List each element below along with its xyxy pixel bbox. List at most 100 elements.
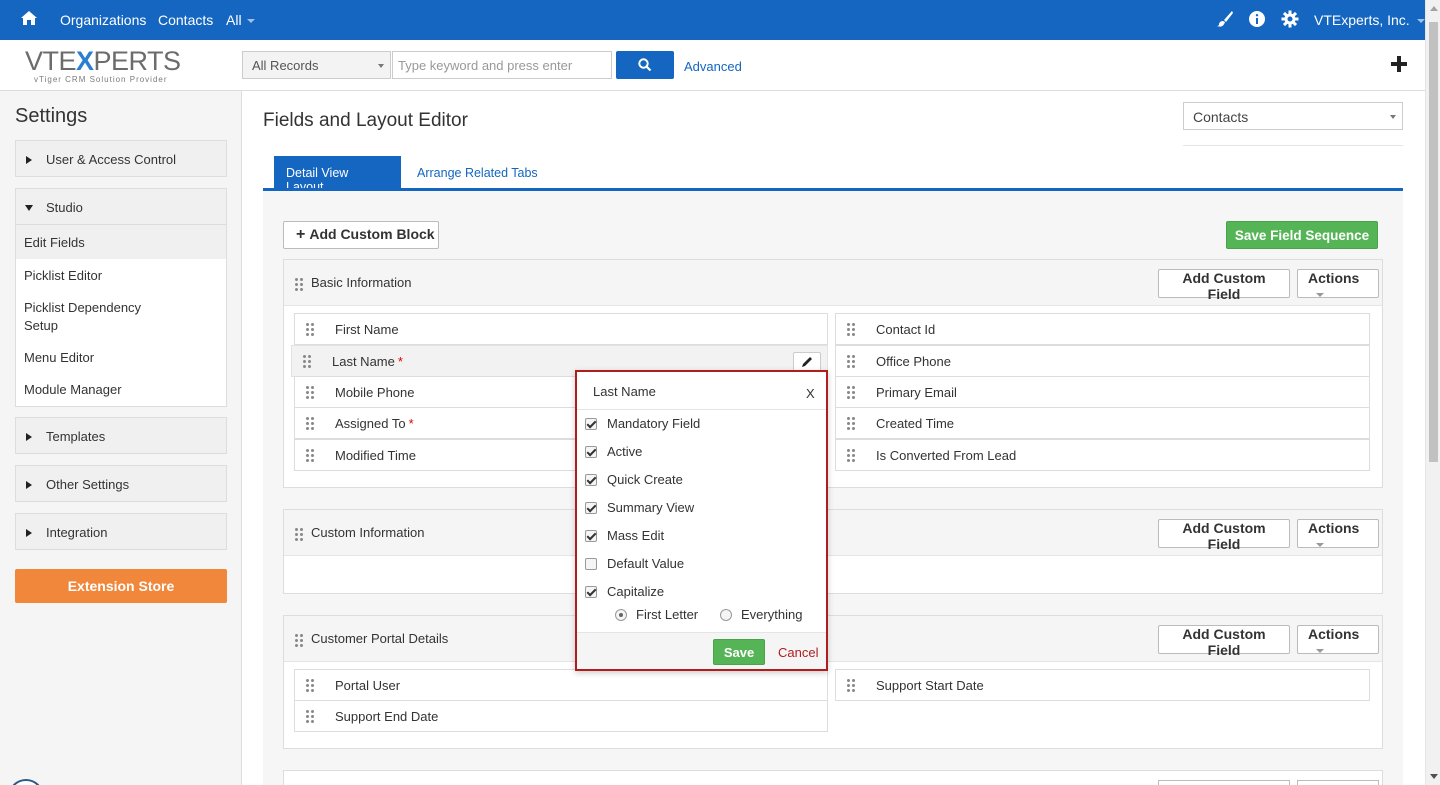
field-name: Contact Id <box>876 322 936 337</box>
caret-right-icon <box>26 481 32 489</box>
drag-handle-icon[interactable] <box>295 528 303 541</box>
block-title: Basic Information <box>311 275 412 290</box>
caret-right-icon <box>26 433 32 441</box>
field-row[interactable]: Contact Id <box>835 313 1370 345</box>
checkbox[interactable] <box>585 418 597 430</box>
scroll-down-arrow-icon[interactable] <box>1430 774 1438 779</box>
checkbox[interactable] <box>585 586 597 598</box>
field-row[interactable]: Support End Date <box>294 700 828 732</box>
drag-handle-icon[interactable] <box>306 323 314 336</box>
quick-create-plus-icon[interactable] <box>1390 55 1408 73</box>
radio-everything[interactable] <box>720 609 732 621</box>
add-custom-field-button[interactable]: Add Custom Field <box>1158 519 1290 552</box>
edit-field-button[interactable] <box>793 352 821 372</box>
search-button[interactable] <box>616 51 674 79</box>
drag-handle-icon[interactable] <box>303 355 311 368</box>
extension-store-button[interactable]: Extension Store <box>15 569 227 603</box>
field-row[interactable]: Is Converted From Lead <box>835 439 1370 471</box>
required-asterisk: * <box>397 354 403 369</box>
cancel-link[interactable]: Cancel <box>778 645 818 660</box>
drag-handle-icon[interactable] <box>295 278 303 291</box>
block-title: Custom Information <box>311 525 425 540</box>
vtexperts-logo[interactable]: VTEXPERTS vTiger CRM Solution Provider <box>25 47 181 85</box>
drag-handle-icon[interactable] <box>847 417 855 430</box>
page-scrollbar[interactable] <box>1425 0 1440 785</box>
checkbox[interactable] <box>585 474 597 486</box>
actions-dropdown[interactable]: Actions <box>1297 269 1379 298</box>
user-menu[interactable]: VTExperts, Inc. <box>1314 12 1425 28</box>
checkbox[interactable] <box>585 502 597 514</box>
drag-handle-icon[interactable] <box>306 417 314 430</box>
sidebar-section-studio[interactable]: Studio <box>15 188 227 225</box>
scroll-thumb[interactable] <box>1429 22 1438 462</box>
field-edit-popup: Last Name X Mandatory Field Active Quick… <box>575 370 828 671</box>
nav-organizations[interactable]: Organizations <box>60 12 146 28</box>
sidebar-item-picklist-editor[interactable]: Picklist Editor <box>24 267 102 285</box>
field-row[interactable]: Primary Email <box>835 376 1370 408</box>
studio-submenu: Edit Fields Picklist Editor Picklist Dep… <box>15 225 227 407</box>
field-row[interactable]: Support Start Date <box>835 669 1370 701</box>
field-row[interactable]: Office Phone <box>835 345 1370 377</box>
drag-handle-icon[interactable] <box>306 710 314 723</box>
option-label: Mass Edit <box>607 528 665 543</box>
add-custom-field-button[interactable]: Add Custom Field <box>1158 269 1290 302</box>
page-title: Fields and Layout Editor <box>263 110 468 131</box>
close-button[interactable]: X <box>806 386 815 401</box>
tab-detail-view-layout[interactable]: Detail View Layout <box>274 156 401 194</box>
logo-tagline: vTiger CRM Solution Provider <box>34 75 168 84</box>
field-name: Modified Time <box>335 448 416 463</box>
field-name: Is Converted From Lead <box>876 448 1017 463</box>
drag-handle-icon[interactable] <box>306 679 314 692</box>
sidebar-section-other-settings[interactable]: Other Settings <box>15 465 227 502</box>
actions-dropdown[interactable] <box>1297 780 1379 785</box>
save-field-sequence-button[interactable]: Save Field Sequence <box>1226 221 1378 249</box>
drag-handle-icon[interactable] <box>847 323 855 336</box>
search-input[interactable] <box>392 51 612 79</box>
scroll-up-arrow-icon[interactable] <box>1430 6 1438 11</box>
actions-dropdown[interactable]: Actions <box>1297 519 1379 548</box>
drag-handle-icon[interactable] <box>847 386 855 399</box>
home-icon[interactable] <box>20 9 38 27</box>
sidebar-item-menu-editor[interactable]: Menu Editor <box>24 349 94 367</box>
sidebar-title: Settings <box>15 105 88 127</box>
block-title: Customer Portal Details <box>311 631 449 646</box>
drag-handle-icon[interactable] <box>306 449 314 462</box>
field-row[interactable]: Portal User <box>294 669 828 701</box>
module-select[interactable]: Contacts <box>1183 102 1403 130</box>
sidebar-item-module-manager[interactable]: Module Manager <box>24 381 122 399</box>
save-button[interactable]: Save <box>713 639 765 665</box>
checkbox[interactable] <box>585 530 597 542</box>
checkbox[interactable] <box>585 558 597 570</box>
brush-icon[interactable] <box>1216 10 1234 28</box>
user-name: VTExperts, Inc. <box>1314 12 1410 28</box>
drag-handle-icon[interactable] <box>295 634 303 647</box>
option-label: Active <box>607 444 643 459</box>
add-custom-field-button[interactable] <box>1158 780 1290 785</box>
records-select[interactable]: All Records <box>242 51 391 79</box>
sidebar-section-user-access[interactable]: User & Access Control <box>15 140 227 177</box>
caret-right-icon <box>26 156 32 164</box>
help-avatar-icon[interactable] <box>8 779 44 785</box>
drag-handle-icon[interactable] <box>847 355 855 368</box>
block-header: Custom Information Add Custom Field Acti… <box>284 510 1382 556</box>
advanced-search-link[interactable]: Advanced <box>684 59 742 74</box>
sidebar-section-integration[interactable]: Integration <box>15 513 227 550</box>
actions-dropdown[interactable]: Actions <box>1297 625 1379 654</box>
checkbox[interactable] <box>585 446 597 458</box>
gear-icon[interactable] <box>1281 10 1299 28</box>
sidebar-item-picklist-dependency[interactable]: Picklist Dependency Setup <box>24 299 141 335</box>
radio-first-letter[interactable] <box>615 609 627 621</box>
tab-arrange-related-tabs[interactable]: Arrange Related Tabs <box>405 156 550 188</box>
info-icon[interactable] <box>1248 10 1266 28</box>
nav-contacts[interactable]: Contacts <box>158 12 213 28</box>
sidebar-item-edit-fields[interactable]: Edit Fields <box>16 225 226 259</box>
field-row[interactable]: Created Time <box>835 407 1370 439</box>
field-row[interactable]: First Name <box>294 313 828 345</box>
drag-handle-icon[interactable] <box>306 386 314 399</box>
drag-handle-icon[interactable] <box>847 449 855 462</box>
add-custom-block-button[interactable]: + Add Custom Block <box>283 221 439 249</box>
add-custom-field-button[interactable]: Add Custom Field <box>1158 625 1290 658</box>
nav-all-menu[interactable]: All <box>226 12 255 28</box>
sidebar-section-templates[interactable]: Templates <box>15 417 227 454</box>
drag-handle-icon[interactable] <box>847 679 855 692</box>
